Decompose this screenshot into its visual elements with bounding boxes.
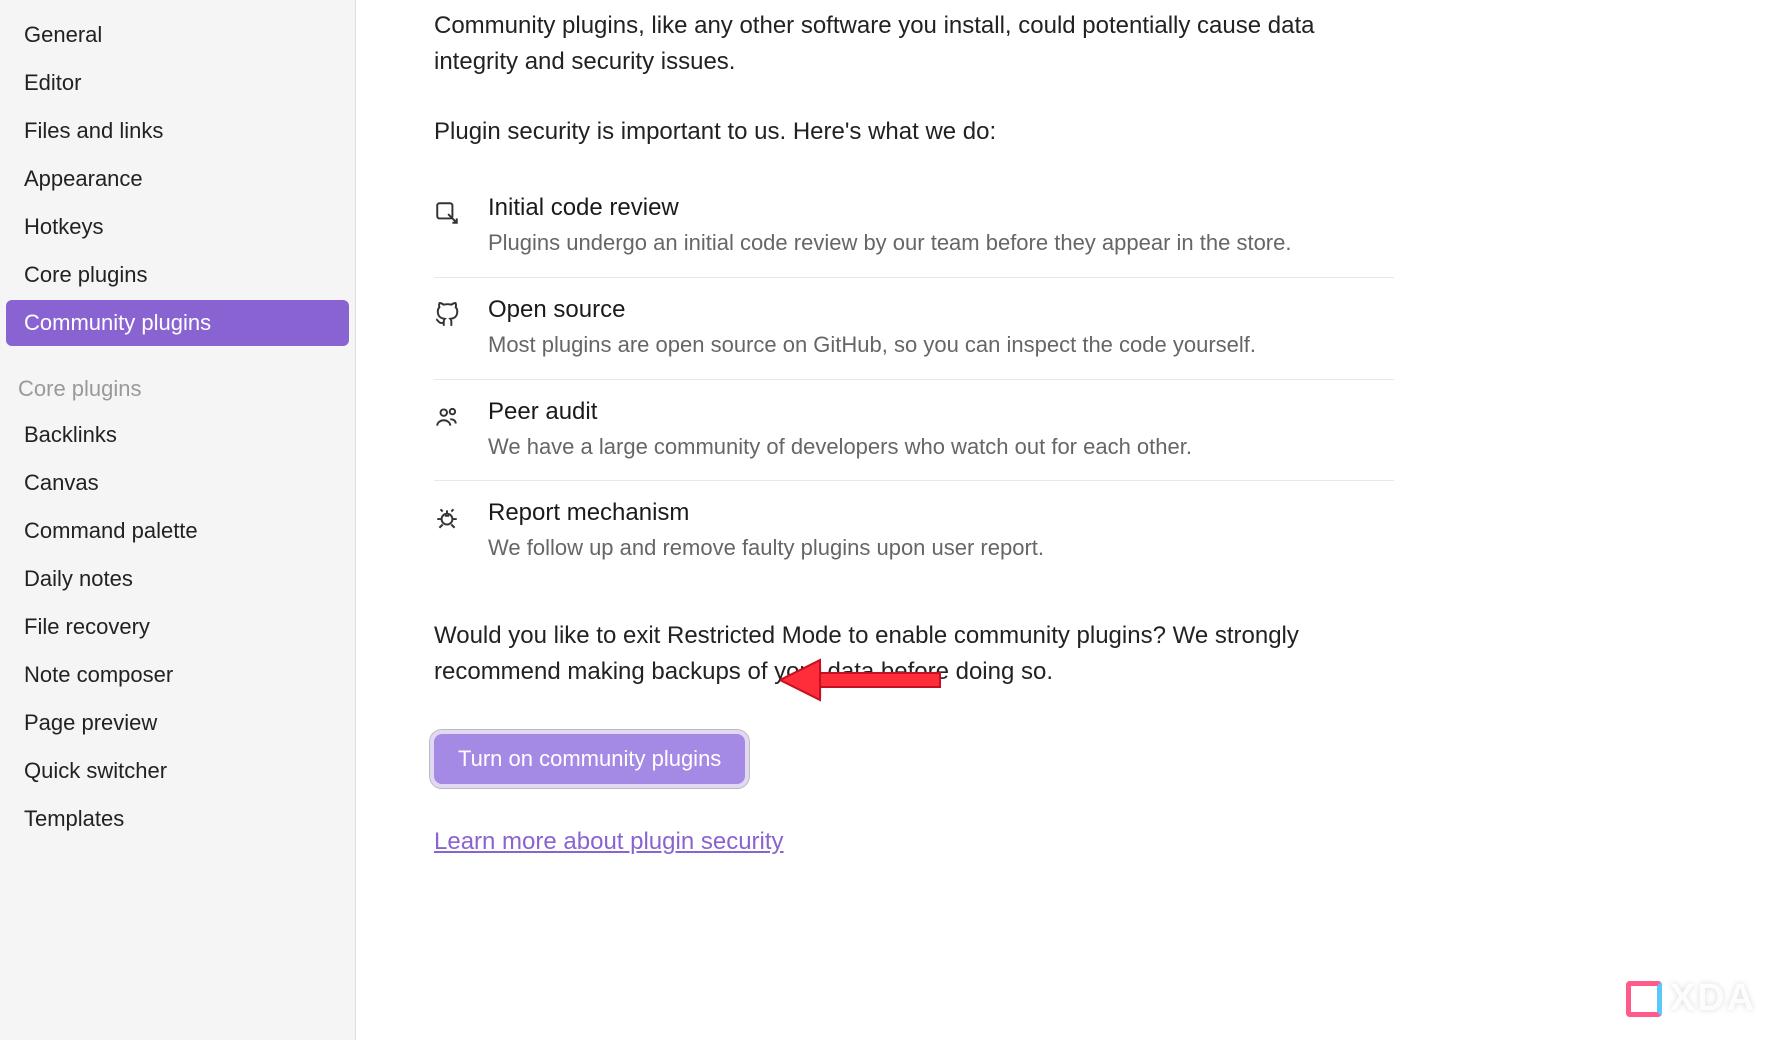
sidebar-item-hotkeys[interactable]: Hotkeys [6, 204, 349, 250]
feature-title: Report mechanism [488, 499, 1394, 527]
feature-initial-code-review: Initial code review Plugins undergo an i… [434, 176, 1394, 278]
settings-content: Community plugins, like any other softwa… [356, 0, 1784, 1040]
feature-report-mechanism: Report mechanism We follow up and remove… [434, 481, 1394, 582]
settings-sidebar: General Editor Files and links Appearanc… [0, 0, 356, 1040]
sidebar-item-command-palette[interactable]: Command palette [6, 508, 349, 554]
sidebar-section-core-plugins: Core plugins [0, 348, 355, 412]
feature-desc: We follow up and remove faulty plugins u… [488, 533, 1394, 564]
sidebar-item-quick-switcher[interactable]: Quick switcher [6, 748, 349, 794]
turn-on-community-plugins-button[interactable]: Turn on community plugins [434, 734, 745, 784]
feature-desc: Most plugins are open source on GitHub, … [488, 330, 1394, 361]
intro-paragraph: Community plugins, like any other softwa… [434, 8, 1394, 80]
sidebar-item-appearance[interactable]: Appearance [6, 156, 349, 202]
feature-title: Open source [488, 296, 1394, 324]
sidebar-item-files-and-links[interactable]: Files and links [6, 108, 349, 154]
sidebar-item-note-composer[interactable]: Note composer [6, 652, 349, 698]
github-icon [434, 296, 488, 328]
bug-icon [434, 499, 488, 531]
security-intro: Plugin security is important to us. Here… [434, 118, 1744, 146]
feature-title: Peer audit [488, 398, 1394, 426]
users-icon [434, 398, 488, 430]
feature-title: Initial code review [488, 194, 1394, 222]
feature-desc: We have a large community of developers … [488, 432, 1394, 463]
sidebar-item-daily-notes[interactable]: Daily notes [6, 556, 349, 602]
sidebar-item-community-plugins[interactable]: Community plugins [6, 300, 349, 346]
sidebar-item-core-plugins[interactable]: Core plugins [6, 252, 349, 298]
sidebar-item-page-preview[interactable]: Page preview [6, 700, 349, 746]
sidebar-item-editor[interactable]: Editor [6, 60, 349, 106]
exit-restricted-prompt: Would you like to exit Restricted Mode t… [434, 618, 1394, 690]
feature-desc: Plugins undergo an initial code review b… [488, 228, 1394, 259]
sidebar-item-file-recovery[interactable]: File recovery [6, 604, 349, 650]
feature-open-source: Open source Most plugins are open source… [434, 278, 1394, 380]
sidebar-item-canvas[interactable]: Canvas [6, 460, 349, 506]
sidebar-item-templates[interactable]: Templates [6, 796, 349, 842]
learn-more-link[interactable]: Learn more about plugin security [434, 828, 784, 856]
sidebar-item-general[interactable]: General [6, 12, 349, 58]
cursor-click-icon [434, 194, 488, 226]
feature-peer-audit: Peer audit We have a large community of … [434, 380, 1394, 482]
sidebar-item-backlinks[interactable]: Backlinks [6, 412, 349, 458]
